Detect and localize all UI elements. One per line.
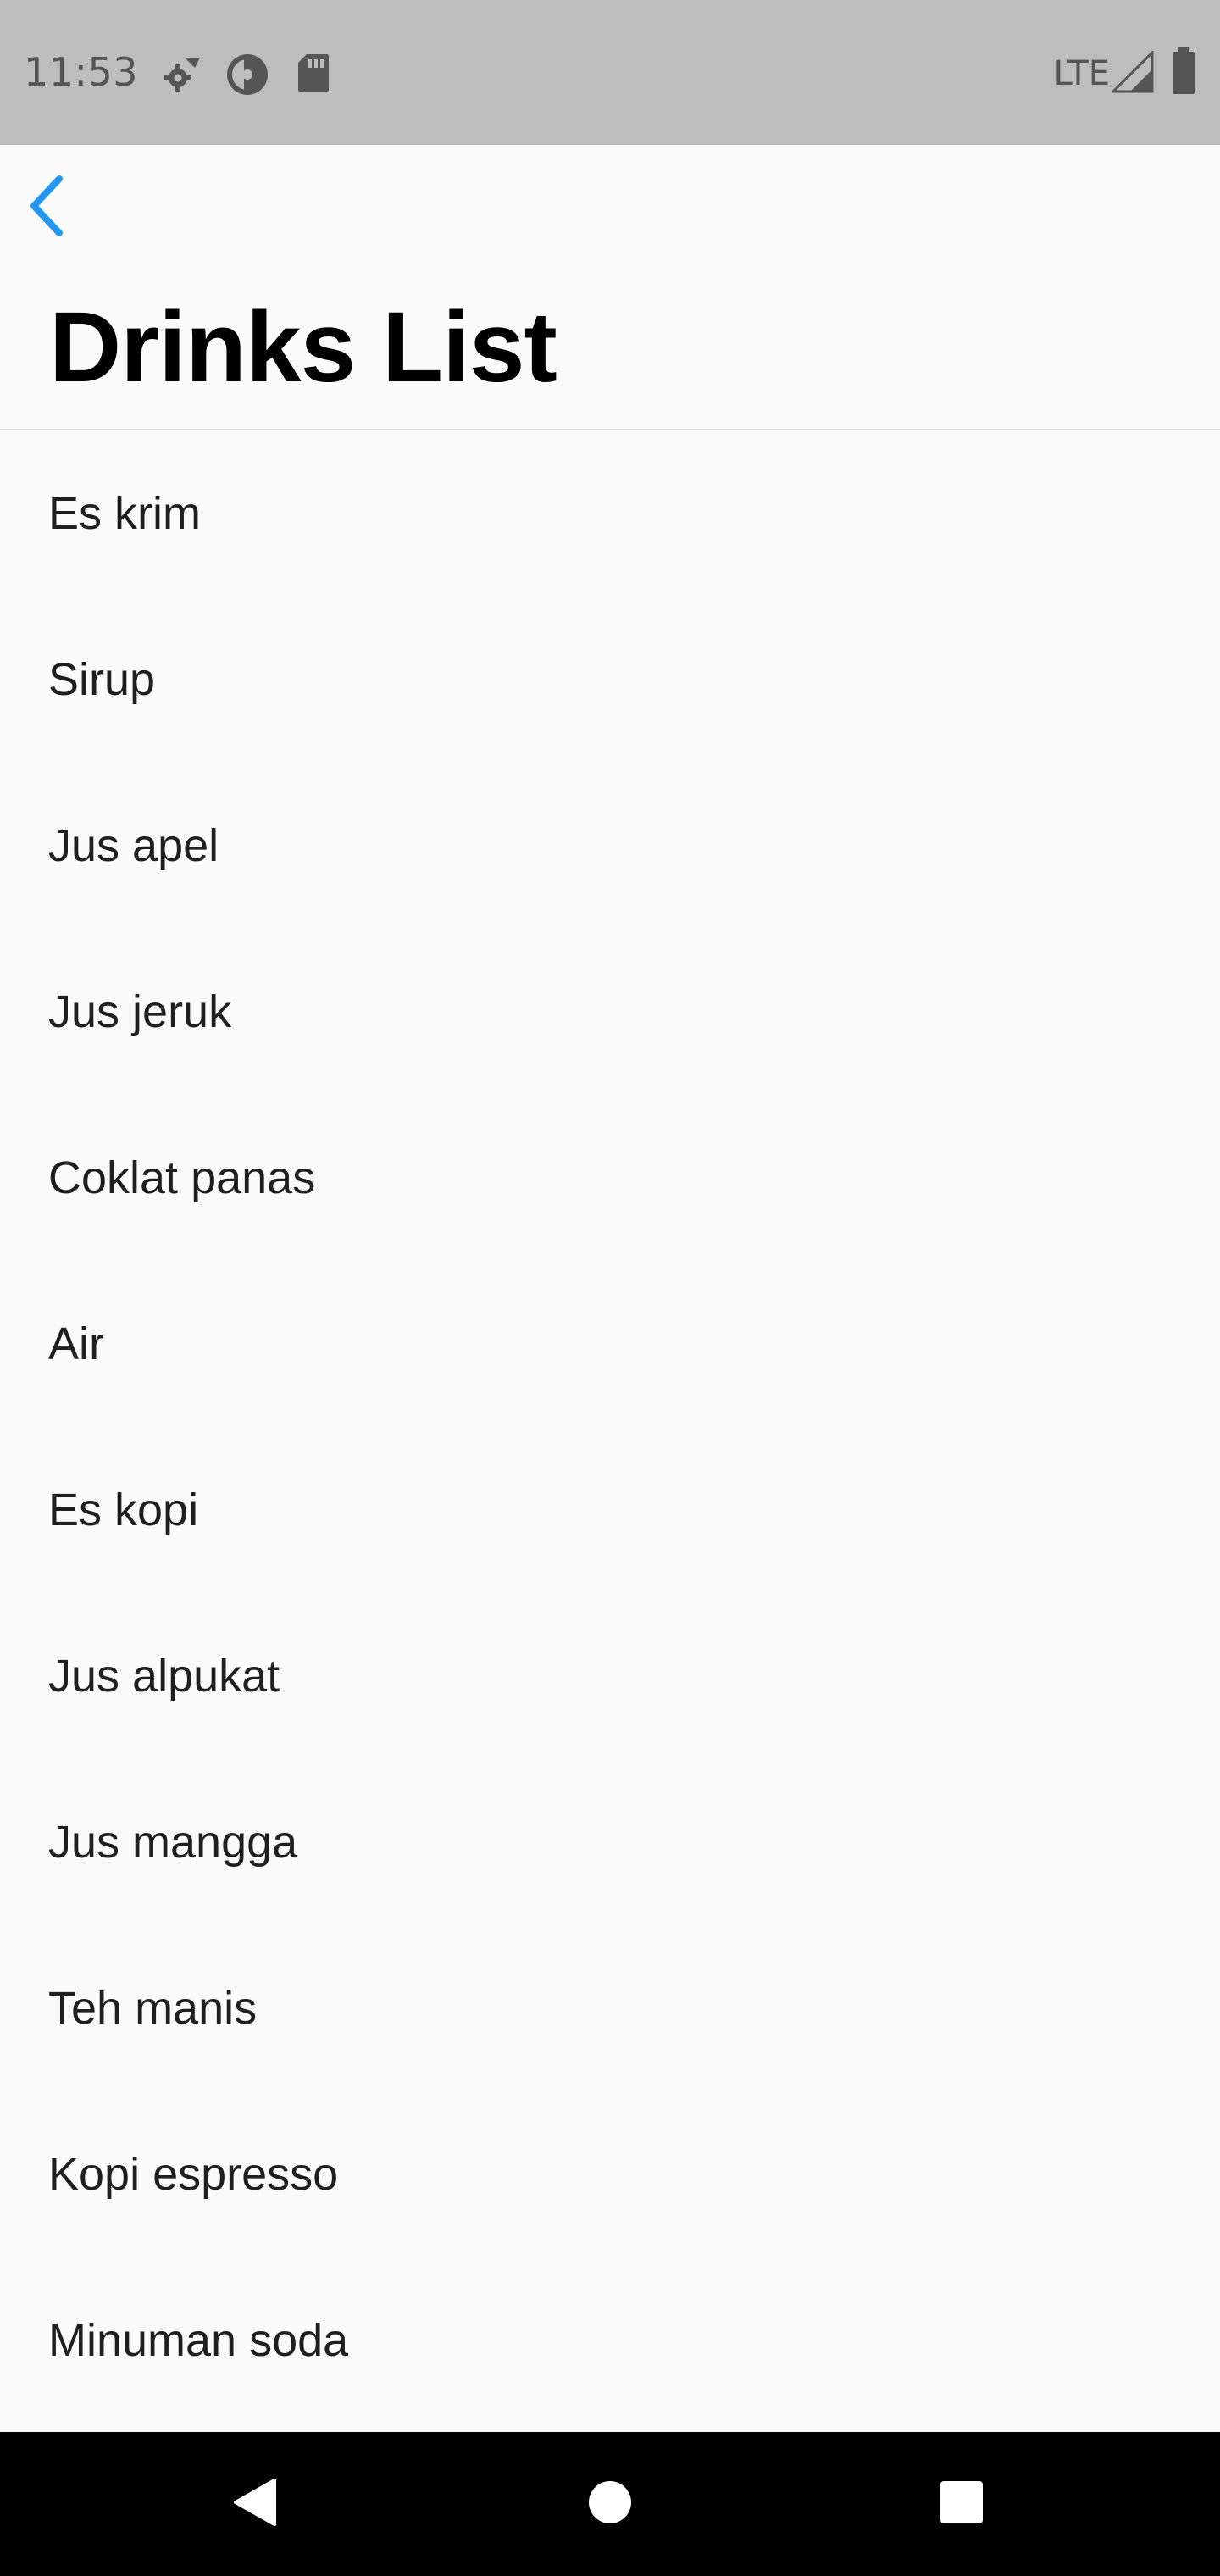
list-item[interactable]: Sirup [0,597,1220,763]
chevron-left-icon [25,174,68,242]
list-item[interactable]: Coklat panas [0,1095,1220,1261]
list-item[interactable]: Air [0,1261,1220,1427]
list-item[interactable]: Jus apel [0,763,1220,929]
signal-icon [1110,49,1154,97]
settings-sync-icon [161,53,203,99]
nav-recents-button[interactable] [890,2432,1034,2576]
recents-square-icon [938,2479,985,2530]
list-item[interactable]: Teh manis [0,1925,1220,2091]
drinks-list: Es krim Sirup Jus apel Jus jeruk Coklat … [0,430,1220,2423]
list-item[interactable]: Es kopi [0,1427,1220,1593]
nav-back-button[interactable] [182,2432,326,2576]
network-type-label: LTE [1053,54,1110,93]
sd-card-icon [297,53,330,97]
battery-icon [1171,47,1196,99]
navigation-bar [0,2432,1220,2576]
nav-home-button[interactable] [538,2432,682,2576]
list-item[interactable]: Jus alpukat [0,1593,1220,1759]
status-time: 11:53 [24,49,139,95]
status-bar: 11:53 LTE [0,0,1220,145]
back-button[interactable] [25,169,93,246]
list-item[interactable]: Jus jeruk [0,929,1220,1095]
back-triangle-icon [230,2477,278,2532]
data-saver-icon [225,53,269,101]
home-circle-icon [586,2479,634,2530]
screen: 11:53 LTE Drinks List Es krim Sirup Jus … [0,0,1220,2576]
list-item[interactable]: Es krim [0,430,1220,597]
list-item[interactable]: Kopi espresso [0,2091,1220,2257]
list-item[interactable]: Jus mangga [0,1759,1220,1925]
page-title: Drinks List [49,291,557,403]
list-item[interactable]: Minuman soda [0,2257,1220,2423]
